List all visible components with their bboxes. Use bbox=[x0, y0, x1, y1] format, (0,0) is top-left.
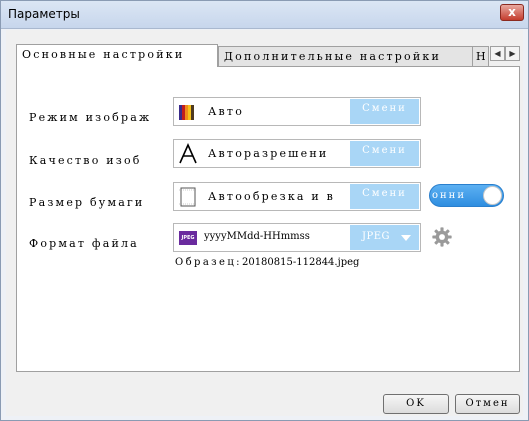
tab-basic-settings[interactable]: Основные настройки bbox=[16, 44, 218, 67]
file-format-label: Формат файла bbox=[29, 237, 139, 250]
letter-a-icon bbox=[179, 143, 197, 164]
cancel-button[interactable]: Отмен bbox=[455, 394, 520, 414]
quality-field[interactable]: Авторазрешени Смени bbox=[173, 139, 421, 168]
sample-value: 20180815-112844.jpeg bbox=[241, 257, 360, 268]
paper-size-value: Автообрезка и в bbox=[208, 190, 335, 203]
toggle-label: онни bbox=[432, 190, 467, 201]
page-outline-icon bbox=[179, 187, 197, 207]
paper-size-toggle[interactable]: онни bbox=[429, 184, 504, 207]
paper-size-label: Размер бумаги bbox=[29, 196, 145, 209]
sample-filename: Образец:20180815-112844.jpeg bbox=[175, 257, 359, 268]
toggle-knob bbox=[483, 186, 502, 205]
quality-value: Авторазрешени bbox=[208, 147, 329, 160]
image-mode-field[interactable]: Авто Смени bbox=[173, 97, 421, 126]
file-format-selected: JPEG bbox=[362, 231, 391, 242]
paper-size-change-button[interactable]: Смени bbox=[350, 184, 419, 209]
paper-size-field[interactable]: Автообрезка и в Смени bbox=[173, 182, 421, 211]
file-format-field[interactable]: JPEG yyyyMMdd-HHmmss JPEG bbox=[173, 223, 421, 252]
image-mode-label: Режим изображ bbox=[29, 111, 152, 124]
sample-label: Образец: bbox=[175, 257, 242, 268]
chevron-down-icon bbox=[401, 235, 411, 241]
image-mode-change-button[interactable]: Смени bbox=[350, 99, 419, 124]
tab-scroll-right-icon[interactable]: ▶ bbox=[505, 46, 520, 61]
image-mode-value: Авто bbox=[208, 105, 245, 118]
dialog-content: Основные настройки Дополнительные настро… bbox=[6, 30, 523, 416]
tab-advanced-settings[interactable]: Дополнительные настройки bbox=[218, 46, 473, 66]
tab-strip: Основные настройки Дополнительные настро… bbox=[16, 44, 520, 67]
close-button[interactable]: x bbox=[500, 4, 524, 21]
jpeg-file-icon: JPEG bbox=[179, 231, 197, 245]
window-title: Параметры bbox=[8, 7, 80, 21]
quality-change-button[interactable]: Смени bbox=[350, 141, 419, 166]
quality-label: Качество изоб bbox=[29, 154, 142, 167]
file-format-pattern: yyyyMMdd-HHmmss bbox=[204, 231, 310, 242]
tab-third[interactable]: Н bbox=[472, 46, 489, 66]
settings-panel: Режим изображ Авто Смени Качество изоб А… bbox=[16, 66, 520, 372]
gear-icon[interactable] bbox=[431, 226, 453, 248]
file-format-select[interactable]: JPEG bbox=[350, 225, 419, 250]
title-bar[interactable]: Параметры x bbox=[1, 1, 528, 29]
color-bars-icon bbox=[179, 105, 194, 120]
settings-dialog: Параметры x Основные настройки Дополните… bbox=[0, 0, 529, 421]
ok-button[interactable]: OK bbox=[383, 394, 449, 414]
tab-scroll-left-icon[interactable]: ◀ bbox=[490, 46, 505, 61]
